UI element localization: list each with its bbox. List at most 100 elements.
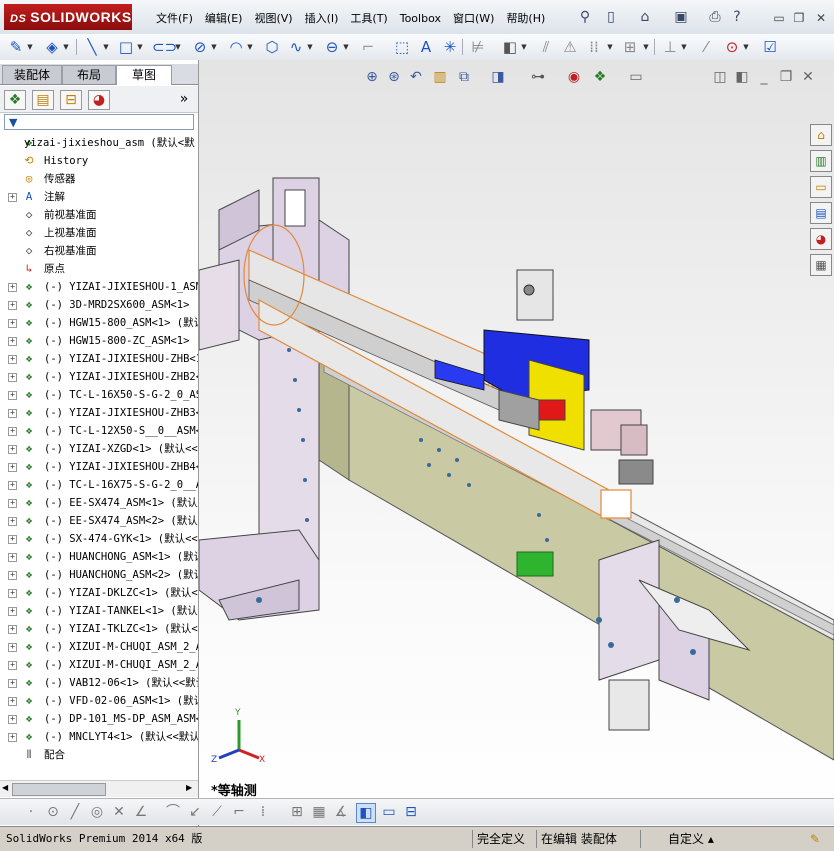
chevron-down-icon[interactable]: ▼ bbox=[306, 38, 314, 56]
new-document-icon[interactable]: ▯ bbox=[602, 9, 620, 25]
graphics-area[interactable]: ⊕ ⊛ ↶ ▥ ⧉ ◨ ⊶ ◉ ❖ ▭ ◫ ◧ _ ❐ ✕ Y X Z *等轴测… bbox=[199, 60, 834, 826]
circle-icon[interactable]: ⊘ bbox=[190, 38, 210, 56]
solidworks-logo[interactable]: DS SOLIDWORKS bbox=[4, 4, 132, 30]
tree-node[interactable]: + ❖ (-) YIZAI-JIXIESHOU-ZHB<1 bbox=[0, 350, 198, 368]
tree-node[interactable]: + ❖ (-) TC-L-16X50-S-G-2_0_AS bbox=[0, 386, 198, 404]
circle-icon[interactable]: ⊙ bbox=[44, 803, 62, 821]
tree-node[interactable]: + ❖ (-) HGW15-800-ZC_ASM<1> ( bbox=[0, 332, 198, 350]
trim-icon[interactable]: ✕ bbox=[110, 803, 128, 821]
tree-node[interactable]: + ❖ (-) YIZAI-TANKEL<1> (默认<< bbox=[0, 602, 198, 620]
tree-node[interactable]: + ❖ (-) EE-SX474_ASM<1> (默认< bbox=[0, 494, 198, 512]
expand-icon[interactable]: + bbox=[8, 409, 17, 418]
tree-node[interactable]: + ❖ (-) XIZUI-M-CHUQI_ASM_2_AS bbox=[0, 638, 198, 656]
expand-icon[interactable]: + bbox=[8, 607, 17, 616]
close-button[interactable]: ✕ bbox=[812, 9, 830, 27]
expand-icon[interactable]: + bbox=[8, 625, 17, 634]
chevron-down-icon[interactable]: ▼ bbox=[642, 38, 650, 56]
display-mode-icon[interactable]: ◧ bbox=[356, 803, 376, 823]
tree-node[interactable]: + ❖ (-) HGW15-800_ASM<1> (默认 bbox=[0, 314, 198, 332]
restore-button[interactable]: ❐ bbox=[790, 9, 808, 27]
sketch-icon[interactable]: ✎ bbox=[6, 38, 26, 56]
expand-icon[interactable]: + bbox=[8, 517, 17, 526]
expand-icon[interactable]: + bbox=[8, 337, 17, 346]
menu-toolbox[interactable]: Toolbox bbox=[394, 10, 447, 28]
chevron-down-icon[interactable]: ▼ bbox=[174, 38, 182, 56]
horizontal-scrollbar[interactable]: ◀ ▶ bbox=[0, 780, 198, 797]
tree-node[interactable]: + ❖ (-) YIZAI-JIXIESHOU-ZHB4< bbox=[0, 458, 198, 476]
angle-icon[interactable]: ∠ bbox=[132, 803, 150, 821]
display-manager-icon[interactable]: ◕ bbox=[88, 90, 110, 110]
line-icon[interactable]: ╱ bbox=[66, 803, 84, 821]
menu-file[interactable]: 文件(F) bbox=[150, 10, 199, 28]
chevron-down-icon[interactable]: ▼ bbox=[742, 38, 750, 56]
tree-node[interactable]: + ❖ (-) YIZAI-DKLZC<1> (默认<< bbox=[0, 584, 198, 602]
tree-node[interactable]: ❖ yizai-jixieshou_asm (默认<默 bbox=[0, 134, 198, 152]
property-manager-icon[interactable]: ▤ bbox=[32, 90, 54, 110]
expand-icon[interactable]: + bbox=[8, 499, 17, 508]
chevron-down-icon[interactable]: ▼ bbox=[62, 38, 70, 56]
chevron-down-icon[interactable]: ▼ bbox=[26, 38, 34, 56]
custom-properties-icon[interactable]: ▦ bbox=[810, 254, 832, 276]
home-icon[interactable]: ⌂ bbox=[810, 124, 832, 146]
expand-icon[interactable]: + bbox=[8, 589, 17, 598]
expand-icon[interactable]: + bbox=[8, 427, 17, 436]
arc-icon[interactable]: ◠ bbox=[226, 38, 246, 56]
grid-icon[interactable]: ▦ bbox=[310, 803, 328, 821]
tree-filter[interactable]: ▼ bbox=[4, 114, 194, 130]
tree-node[interactable]: + A 注解 bbox=[0, 188, 198, 206]
expand-icon[interactable]: + bbox=[8, 661, 17, 670]
chevron-down-icon[interactable]: ▼ bbox=[342, 38, 350, 56]
chevron-down-icon[interactable]: ▼ bbox=[102, 38, 110, 56]
tree-node[interactable]: + ❖ (-) YIZAI-XZGD<1> (默认<< bbox=[0, 440, 198, 458]
sketch-point-icon[interactable]: ⁞ bbox=[254, 803, 272, 821]
file-explorer-icon[interactable]: ▭ bbox=[810, 176, 832, 198]
expand-icon[interactable]: + bbox=[8, 391, 17, 400]
open-folder-icon[interactable]: ⌂ bbox=[636, 9, 654, 25]
point-icon[interactable]: · bbox=[22, 803, 40, 821]
window-icon[interactable]: ▭ bbox=[380, 803, 398, 821]
menu-insert[interactable]: 插入(I) bbox=[299, 10, 345, 28]
tree-node[interactable]: + ❖ (-) MNCLYT4<1> (默认<<默认 bbox=[0, 728, 198, 746]
tree-node[interactable]: + ❖ (-) EE-SX474_ASM<2> (默认< bbox=[0, 512, 198, 530]
menu-view[interactable]: 视图(V) bbox=[248, 10, 298, 28]
feature-manager-icon[interactable]: ❖ bbox=[4, 90, 26, 110]
tab-sketch[interactable]: 草图 bbox=[116, 65, 172, 85]
pin-icon[interactable]: ⚲ bbox=[576, 9, 594, 25]
extend-icon[interactable]: ↙ bbox=[186, 803, 204, 821]
menu-edit[interactable]: 编辑(E) bbox=[199, 10, 249, 28]
chevron-down-icon[interactable]: ▼ bbox=[246, 38, 254, 56]
grid-icon[interactable]: ⊞ bbox=[288, 803, 306, 821]
polygon-icon[interactable]: ⬡ bbox=[262, 38, 282, 56]
expand-icon[interactable]: + bbox=[8, 463, 17, 472]
design-library-icon[interactable]: ▥ bbox=[810, 150, 832, 172]
tree-node[interactable]: + ❖ (-) YIZAI-JIXIESHOU-ZHB2< bbox=[0, 368, 198, 386]
tab-assembly[interactable]: 装配体 bbox=[2, 65, 62, 84]
circle-icon[interactable]: ◎ bbox=[88, 803, 106, 821]
note-icon[interactable]: ✎ bbox=[806, 830, 828, 848]
tree-node[interactable]: ◎ 传感器 bbox=[0, 170, 198, 188]
tree-node[interactable]: ↳ 原点 bbox=[0, 260, 198, 278]
print-icon[interactable]: ⎙ bbox=[706, 9, 724, 25]
fillet-icon[interactable]: ⌒ bbox=[164, 803, 182, 821]
tree-node[interactable]: ◇ 前视基准面 bbox=[0, 206, 198, 224]
tree-node[interactable]: ⫴ 配合 bbox=[0, 746, 198, 764]
tree-node[interactable]: ◇ 上视基准面 bbox=[0, 224, 198, 242]
configuration-manager-icon[interactable]: ⊟ bbox=[60, 90, 82, 110]
expand-icon[interactable]: + bbox=[8, 697, 17, 706]
chevron-right-icon[interactable]: » bbox=[174, 90, 194, 108]
tree-node[interactable]: ⟲ History bbox=[0, 152, 198, 170]
slot-icon[interactable]: ⊂⊃ bbox=[152, 38, 177, 56]
tree-node[interactable]: + ❖ (-) TC-L-12X50-S__0__ASM< bbox=[0, 422, 198, 440]
menu-window[interactable]: 窗口(W) bbox=[447, 10, 500, 28]
spline-icon[interactable]: ∿ bbox=[286, 38, 306, 56]
tree-node[interactable]: + ❖ (-) HUANCHONG_ASM<1> (默认< bbox=[0, 548, 198, 566]
scroll-right-icon[interactable]: ▶ bbox=[186, 783, 192, 792]
tree-node[interactable]: + ❖ (-) SX-474-GYK<1> (默认<<默 bbox=[0, 530, 198, 548]
repair-sketch-icon[interactable]: ⁄ bbox=[696, 38, 716, 56]
help-icon[interactable]: ? bbox=[728, 9, 746, 25]
expand-icon[interactable]: + bbox=[8, 193, 17, 202]
expand-icon[interactable]: + bbox=[8, 319, 17, 328]
expand-icon[interactable]: + bbox=[8, 301, 17, 310]
tree-node[interactable]: + ❖ (-) HUANCHONG_ASM<2> (默认< bbox=[0, 566, 198, 584]
tree-node[interactable]: ◇ 右视基准面 bbox=[0, 242, 198, 260]
